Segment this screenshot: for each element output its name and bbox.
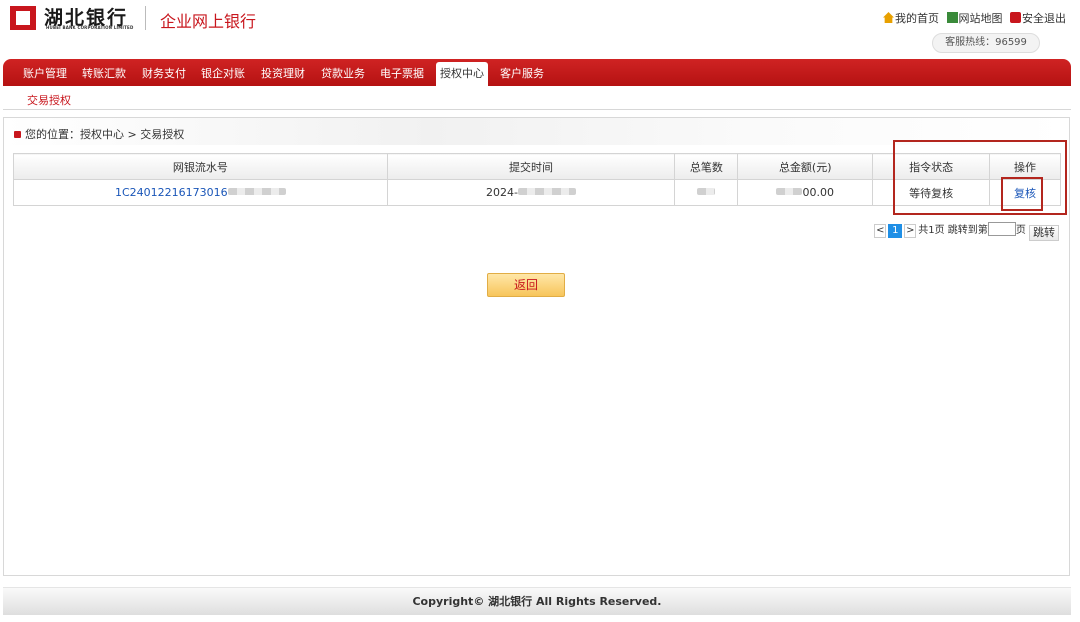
sitemap-link[interactable]: 网站地图: [946, 12, 1003, 25]
logout-link[interactable]: 安全退出: [1010, 12, 1066, 25]
breadcrumb-icon: [14, 131, 21, 138]
nav-item-service[interactable]: 客户服务: [500, 65, 544, 81]
home-link[interactable]: 我的首页: [883, 12, 939, 25]
nav-item-authorization[interactable]: 授权中心: [436, 62, 488, 86]
site-subtitle: 企业网上银行: [160, 12, 257, 31]
hotline: 客服热线：96599: [932, 33, 1040, 53]
current-page[interactable]: 1: [888, 224, 903, 238]
sub-nav: 交易授权: [3, 86, 1071, 110]
bank-name-en: HUBEI BANK CORPORATION LIMITED: [46, 25, 134, 30]
subnav-item-transaction-auth[interactable]: 交易授权: [27, 92, 71, 108]
nav-item-reconcile[interactable]: 银企对账: [201, 65, 245, 81]
prev-page-button[interactable]: <: [874, 224, 887, 238]
bank-logo-icon: [10, 6, 36, 30]
logo-divider: [145, 6, 146, 30]
masked-text: [697, 188, 716, 195]
highlight-review-action: [1001, 177, 1043, 211]
nav-item-transfer[interactable]: 转账汇款: [82, 65, 126, 81]
jump-button[interactable]: 跳转: [1029, 225, 1059, 241]
page-jump-input[interactable]: [987, 222, 1016, 236]
col-count: 总笔数: [674, 153, 739, 180]
cell-submit-time: 2024-: [386, 179, 676, 206]
col-amount: 总金额(元): [737, 153, 874, 180]
main-nav: 账户管理 转账汇款 财务支付 银企对账 投资理财 贷款业务 电子票据 授权中心 …: [3, 59, 1071, 86]
nav-item-loan[interactable]: 贷款业务: [321, 65, 365, 81]
breadcrumb: 您的位置：授权中心 > 交易授权: [14, 126, 184, 142]
page-suffix: 页: [1015, 225, 1026, 236]
nav-item-ebill[interactable]: 电子票据: [380, 65, 424, 81]
back-button[interactable]: 返回: [487, 273, 565, 297]
content-panel: 您的位置：授权中心 > 交易授权 网银流水号 提交时间 总笔数 总金额(元) 指…: [3, 117, 1070, 576]
sitemap-icon: [946, 12, 958, 23]
top-links: 我的首页 网站地图 安全退出: [879, 10, 1066, 26]
pagination: <1 > 共1页 跳转到第 页 跳转: [874, 221, 1059, 241]
nav-item-payment[interactable]: 财务支付: [142, 65, 186, 81]
footer-copyright: Copyright© 湖北银行 All Rights Reserved.: [3, 587, 1071, 615]
cell-count: [674, 179, 739, 206]
breadcrumb-text: 您的位置：授权中心 > 交易授权: [25, 128, 185, 141]
masked-text: [518, 188, 576, 195]
col-submit-time: 提交时间: [386, 153, 676, 180]
cell-amount: 00.00: [737, 179, 874, 206]
masked-text: [227, 188, 286, 195]
nav-item-investment[interactable]: 投资理财: [261, 65, 305, 81]
header: 湖北银行 HUBEI BANK CORPORATION LIMITED 企业网上…: [0, 0, 1080, 58]
home-icon: [883, 12, 894, 23]
next-page-button[interactable]: >: [904, 224, 917, 238]
masked-text: [776, 188, 803, 195]
nav-item-account[interactable]: 账户管理: [23, 65, 67, 81]
cell-serial[interactable]: 1C24012216173016: [13, 179, 388, 206]
logout-icon: [1010, 12, 1021, 23]
col-serial: 网银流水号: [13, 153, 388, 180]
pagination-summary: 共1页 跳转到第: [918, 225, 988, 236]
